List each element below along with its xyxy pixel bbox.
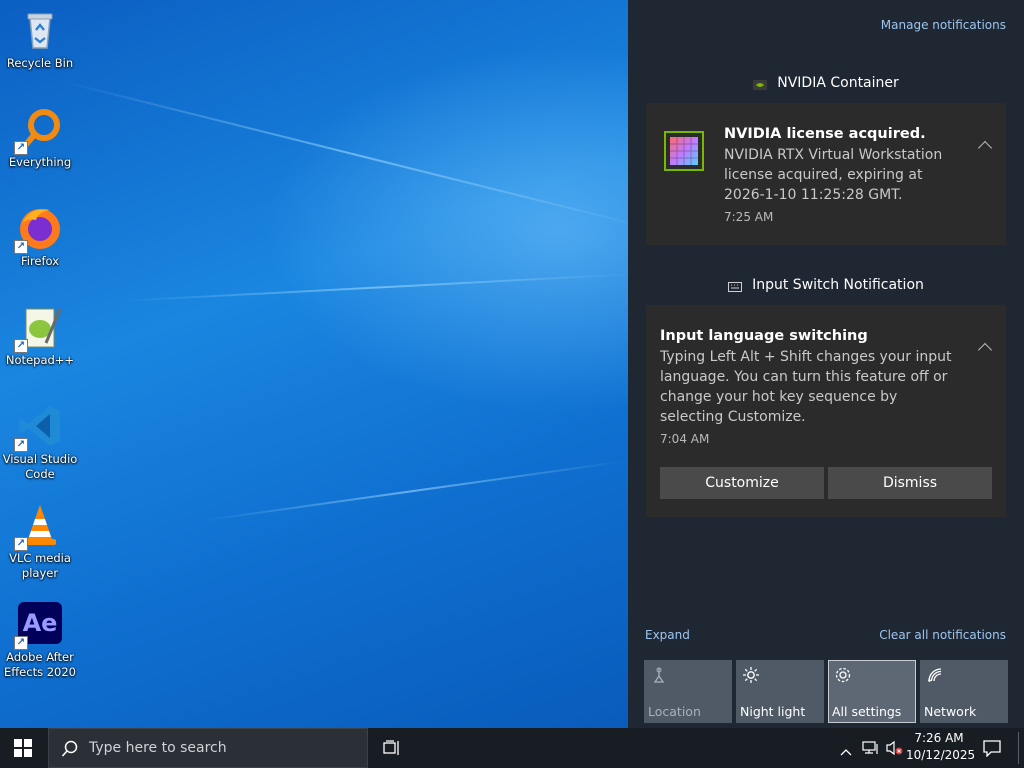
toast-title: NVIDIA license acquired. [724,126,926,142]
desktop-icon-label: VLC media player [9,551,71,580]
chevron-up-icon[interactable] [977,140,993,156]
wallpaper-light-beam [199,460,626,522]
manage-notifications-link[interactable]: Manage notifications [881,18,1006,32]
desktop-icon-label: Visual Studio Code [2,452,78,481]
desktop-icon-vscode[interactable]: ↗ Visual Studio Code [2,402,78,482]
nvidia-chip-icon [664,131,704,171]
location-icon [650,666,668,684]
keyboard-app-icon [728,280,743,292]
action-center-button[interactable] [982,739,1002,761]
notification-group-header-input-switch: Input Switch Notification [628,277,1024,293]
clock-date: 10/12/2025 [906,748,976,762]
quick-action-label: All settings [832,704,902,719]
toast-title: Input language switching [660,328,868,344]
toast-body: Typing Left Alt + Shift changes your inp… [660,349,952,425]
quick-action-location[interactable]: Location [644,660,732,723]
desktop-icon-after-effects[interactable]: Ae ↗ Adobe After Effects 2020 [2,600,78,680]
notification-toast-nvidia[interactable]: NVIDIA license acquired. NVIDIA RTX Virt… [646,103,1006,245]
action-center-panel: Manage notifications NVIDIA Container NV… [628,0,1024,728]
chevron-up-icon[interactable] [840,742,852,761]
task-view-button[interactable] [383,739,401,757]
nvidia-app-icon [753,78,768,90]
desktop-icon-firefox[interactable]: ↗ Firefox [2,204,78,269]
wallpaper-light-beam [119,272,640,302]
toast-time: 7:04 AM [660,432,710,446]
toast-time: 7:25 AM [724,210,774,224]
desktop-icon-notepadpp[interactable]: ↗ Notepad++ [2,303,78,368]
chevron-up-icon[interactable] [977,342,993,358]
notification-group-header-nvidia: NVIDIA Container [628,75,1024,91]
notification-group-title: Input Switch Notification [752,277,924,293]
dismiss-button[interactable]: Dismiss [828,467,992,499]
toast-body: NVIDIA RTX Virtual Workstation license a… [724,147,943,203]
desktop-icon-everything[interactable]: ↗ Everything [2,105,78,170]
quick-action-label: Location [648,704,701,719]
recycle-bin-icon [16,6,64,54]
windows-logo-icon [14,739,32,757]
desktop-icon-vlc[interactable]: ↗ VLC media player [2,501,78,581]
desktop-icon-label: Everything [8,155,72,169]
desktop-icon-label: Notepad++ [5,353,75,367]
clear-all-notifications-link[interactable]: Clear all notifications [879,628,1006,642]
desktop-icon-label: Adobe After Effects 2020 [3,650,76,679]
search-icon [61,740,79,762]
after-effects-icon: Ae ↗ [14,600,64,650]
taskbar-clock[interactable]: 7:26 AM 10/12/2025 [906,730,976,764]
vlc-icon: ↗ [14,501,64,551]
search-placeholder: Type here to search [89,740,227,756]
clock-time: 7:26 AM [914,731,964,745]
shortcut-arrow-icon: ↗ [14,240,28,254]
show-desktop-button[interactable] [1018,732,1019,764]
quick-action-all-settings[interactable]: All settings [828,660,916,723]
taskbar: Type here to search 7:26 AM 10/12/2025 [0,728,1024,768]
customize-button[interactable]: Customize [660,467,824,499]
night-light-icon [742,666,760,684]
shortcut-arrow-icon: ↗ [14,537,28,551]
shortcut-arrow-icon: ↗ [14,339,28,353]
volume-muted-icon[interactable] [886,740,904,760]
notepadpp-icon: ↗ [14,303,64,353]
network-icon [926,666,944,684]
quick-action-night-light[interactable]: Night light [736,660,824,723]
network-tray-icon[interactable] [862,740,880,760]
taskbar-search-box[interactable]: Type here to search [48,728,368,768]
desktop-icon-recycle-bin[interactable]: Recycle Bin [2,6,78,71]
desktop-icon-label: Recycle Bin [6,56,74,70]
task-view-icon [383,740,399,755]
notification-toast-input-switch[interactable]: Input language switching Typing Left Alt… [646,305,1006,517]
shortcut-arrow-icon: ↗ [14,636,28,650]
windows-start-button[interactable] [14,739,32,757]
wallpaper-light-beam [59,80,662,232]
gear-icon [834,666,852,684]
expand-quick-actions-link[interactable]: Expand [645,628,690,642]
notification-group-title: NVIDIA Container [777,75,899,91]
vscode-icon: ↗ [14,402,64,452]
notification-icon [983,740,1001,758]
shortcut-arrow-icon: ↗ [14,141,28,155]
shortcut-arrow-icon: ↗ [14,438,28,452]
everything-search-icon: ↗ [14,105,64,155]
quick-action-label: Network [924,704,977,719]
firefox-icon: ↗ [14,204,64,254]
quick-action-network[interactable]: Network [920,660,1008,723]
desktop-icon-label: Firefox [20,254,60,268]
quick-action-label: Night light [740,704,806,719]
